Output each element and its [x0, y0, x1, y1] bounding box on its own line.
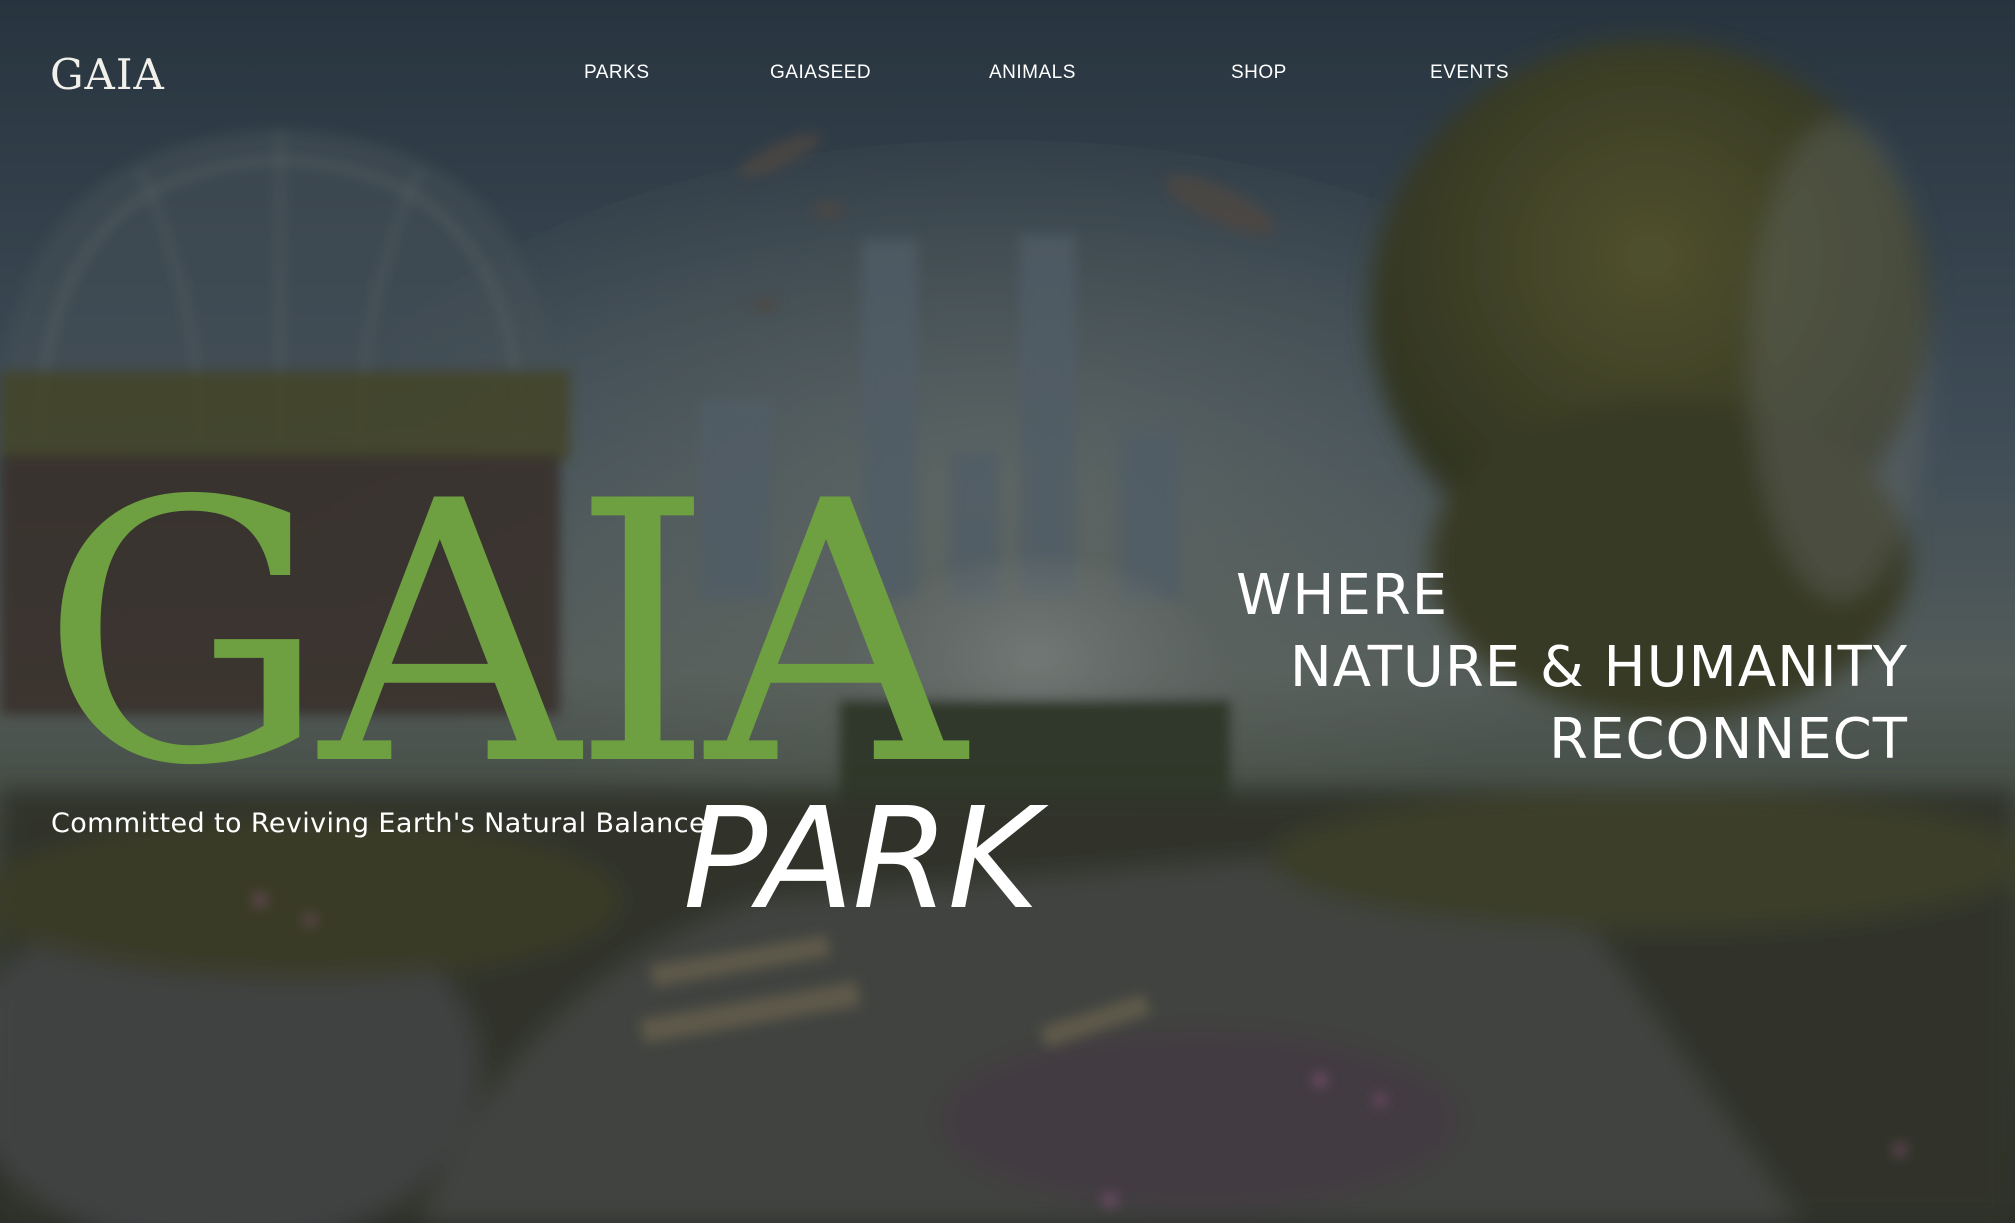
hero-headline: WHERE NATURE & HUMANITY RECONNECT — [1188, 560, 1908, 776]
hero-tagline: Committed to Reviving Earth's Natural Ba… — [51, 808, 706, 839]
nav-item-shop[interactable]: SHOP — [1231, 62, 1287, 84]
nav-item-parks[interactable]: PARKS — [584, 62, 650, 84]
hero-title: GAIA — [40, 425, 966, 844]
headline-line-3: RECONNECT — [1549, 707, 1908, 772]
nav-item-animals[interactable]: ANIMALS — [989, 62, 1076, 84]
nav-item-gaiaseed[interactable]: GAIASEED — [770, 62, 871, 84]
hero-subtitle: PARK — [683, 778, 1039, 941]
headline-line-2: NATURE & HUMANITY — [1289, 635, 1908, 700]
headline-line-1: WHERE — [1236, 563, 1449, 628]
main-nav: PARKS GAIASEED ANIMALS SHOP EVENTS — [0, 62, 2015, 92]
nav-item-events[interactable]: EVENTS — [1430, 62, 1509, 84]
